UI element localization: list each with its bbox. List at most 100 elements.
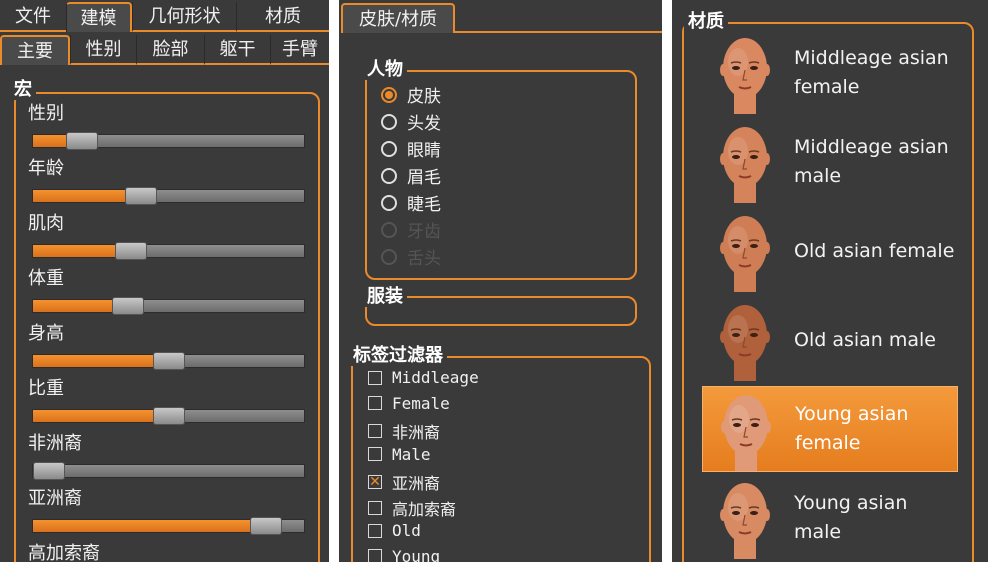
tag-filter-label: Middleage: [392, 368, 479, 387]
macro-slider[interactable]: [32, 462, 305, 480]
tab-file[interactable]: 文件: [0, 2, 66, 32]
slider-handle[interactable]: [152, 407, 185, 425]
clothes-group-title: 服装: [363, 287, 407, 307]
tag-filter-option[interactable]: Middleage: [368, 368, 479, 387]
person-option[interactable]: 皮肤: [381, 82, 441, 107]
slider-handle[interactable]: [111, 297, 144, 315]
skin-material-panel: 皮肤/材质 人物 皮肤 头发 眼睛 眉毛 睫毛 牙齿 舌头 服装 标签过滤器 Middlea…: [339, 0, 662, 562]
slider-fill: [33, 355, 169, 367]
slider-label: 比重: [28, 378, 64, 399]
slider-handle[interactable]: [33, 462, 66, 480]
person-option[interactable]: 眼睛: [381, 136, 441, 161]
subtab-face[interactable]: 脸部: [136, 35, 204, 65]
tag-filter-option[interactable]: ✕ 亚洲裔: [368, 470, 440, 494]
face-thumbnail-icon: [720, 127, 770, 203]
material-item-label: Young asian male: [794, 492, 908, 543]
tag-filter-label: Male: [392, 444, 431, 464]
subtab-torso[interactable]: 躯干: [204, 35, 270, 65]
macro-slider[interactable]: [32, 132, 305, 150]
slider-handle[interactable]: [114, 242, 147, 260]
tag-filter-option[interactable]: 高加索裔: [368, 496, 456, 520]
slider-label: 体重: [28, 268, 64, 289]
tag-filter-option[interactable]: Young: [368, 547, 440, 562]
checkbox-icon[interactable]: [368, 370, 382, 385]
tag-filter-title: 标签过滤器: [349, 346, 447, 366]
skin-tab-bar: 皮肤/材质: [339, 3, 662, 33]
subtab-gender[interactable]: 性别: [70, 35, 136, 65]
tab-geometry[interactable]: 几何形状: [132, 2, 236, 32]
face-thumbnail-icon: [720, 216, 770, 292]
checkbox-icon[interactable]: [368, 500, 382, 515]
person-option-label: 舌头: [407, 249, 441, 269]
tag-filter-label: Old: [392, 521, 421, 540]
tag-filter-label: 亚洲裔: [392, 474, 441, 493]
material-item[interactable]: Middleage asian female: [702, 30, 958, 116]
macro-slider[interactable]: [32, 352, 305, 370]
checkbox-icon[interactable]: [368, 549, 382, 562]
radio-icon[interactable]: [381, 113, 397, 130]
material-list-panel: 材质 Middleage asian female Middleage asian…: [672, 0, 988, 562]
slider-handle[interactable]: [125, 187, 158, 205]
radio-selected-icon[interactable]: [381, 86, 397, 103]
slider-handle[interactable]: [250, 517, 283, 535]
material-item[interactable]: Old asian male: [702, 297, 958, 383]
checkbox-icon[interactable]: [368, 447, 382, 461]
person-option-label: 眼睛: [407, 141, 441, 161]
radio-icon[interactable]: [381, 140, 397, 157]
slider-fill: [33, 520, 267, 532]
tag-filter-option[interactable]: Male: [368, 445, 431, 464]
radio-icon[interactable]: [381, 194, 397, 211]
sub-tab-bar: 主要 性别 脸部 躯干 手臂: [0, 35, 329, 65]
tag-filter-option[interactable]: Female: [368, 394, 450, 413]
person-option-label: 头发: [407, 114, 441, 134]
material-item[interactable]: Old asian female: [702, 208, 958, 294]
checkbox-checked-icon[interactable]: ✕: [368, 475, 382, 489]
checkbox-icon[interactable]: [368, 396, 382, 410]
slider-label: 高加索裔: [28, 543, 100, 562]
macro-slider[interactable]: [32, 187, 305, 205]
material-item[interactable]: Young asian male: [702, 475, 958, 561]
subtab-main[interactable]: 主要: [0, 35, 70, 65]
person-option-label: 眉毛: [407, 168, 441, 188]
macro-slider[interactable]: [32, 297, 305, 315]
tab-material[interactable]: 材质: [236, 2, 329, 32]
tag-filter-option[interactable]: 非洲裔: [368, 419, 440, 443]
slider-handle[interactable]: [65, 132, 98, 150]
slider-label: 年龄: [28, 158, 64, 179]
slider-handle[interactable]: [152, 352, 185, 370]
face-thumbnail-icon: [720, 38, 770, 114]
checkbox-icon[interactable]: [368, 424, 382, 438]
person-option: 舌头: [381, 244, 441, 269]
material-item-label: Middleage asian female: [794, 47, 949, 98]
material-item[interactable]: Young asian female: [702, 386, 958, 472]
material-item[interactable]: Middleage asian male: [702, 119, 958, 205]
tab-skin-material[interactable]: 皮肤/材质: [341, 3, 455, 33]
tag-filter-label: 非洲裔: [392, 423, 441, 442]
material-item-label: Old asian male: [794, 328, 936, 351]
macro-group-title: 宏: [10, 80, 36, 100]
person-option[interactable]: 眉毛: [381, 163, 441, 188]
slider-label: 非洲裔: [28, 433, 82, 454]
radio-icon[interactable]: [381, 167, 397, 184]
slider-label: 性别: [28, 103, 64, 124]
person-option-label: 皮肤: [407, 87, 441, 107]
person-option[interactable]: 头发: [381, 109, 441, 134]
tab-bar-line: [455, 3, 662, 33]
material-group-title: 材质: [684, 12, 728, 32]
macro-slider[interactable]: [32, 242, 305, 260]
subtab-arms[interactable]: 手臂: [270, 35, 329, 65]
checkbox-icon[interactable]: [368, 523, 382, 538]
modeling-panel: 文件 建模 几何形状 材质 主要 性别 脸部 躯干 手臂 宏 性别 年龄 肌肉 体重身…: [0, 0, 329, 562]
person-option[interactable]: 睫毛: [381, 190, 441, 215]
tab-modeling[interactable]: 建模: [66, 2, 132, 32]
person-option-label: 睫毛: [407, 195, 441, 215]
macro-slider[interactable]: [32, 517, 305, 535]
macro-slider[interactable]: [32, 407, 305, 425]
person-option-label: 牙齿: [407, 222, 441, 242]
material-item-label: Middleage asian male: [794, 136, 949, 187]
person-option: 牙齿: [381, 217, 441, 242]
slider-fill: [33, 410, 169, 422]
main-tab-bar: 文件 建模 几何形状 材质: [0, 2, 329, 32]
radio-icon: [381, 221, 397, 238]
tag-filter-option[interactable]: Old: [368, 521, 421, 540]
